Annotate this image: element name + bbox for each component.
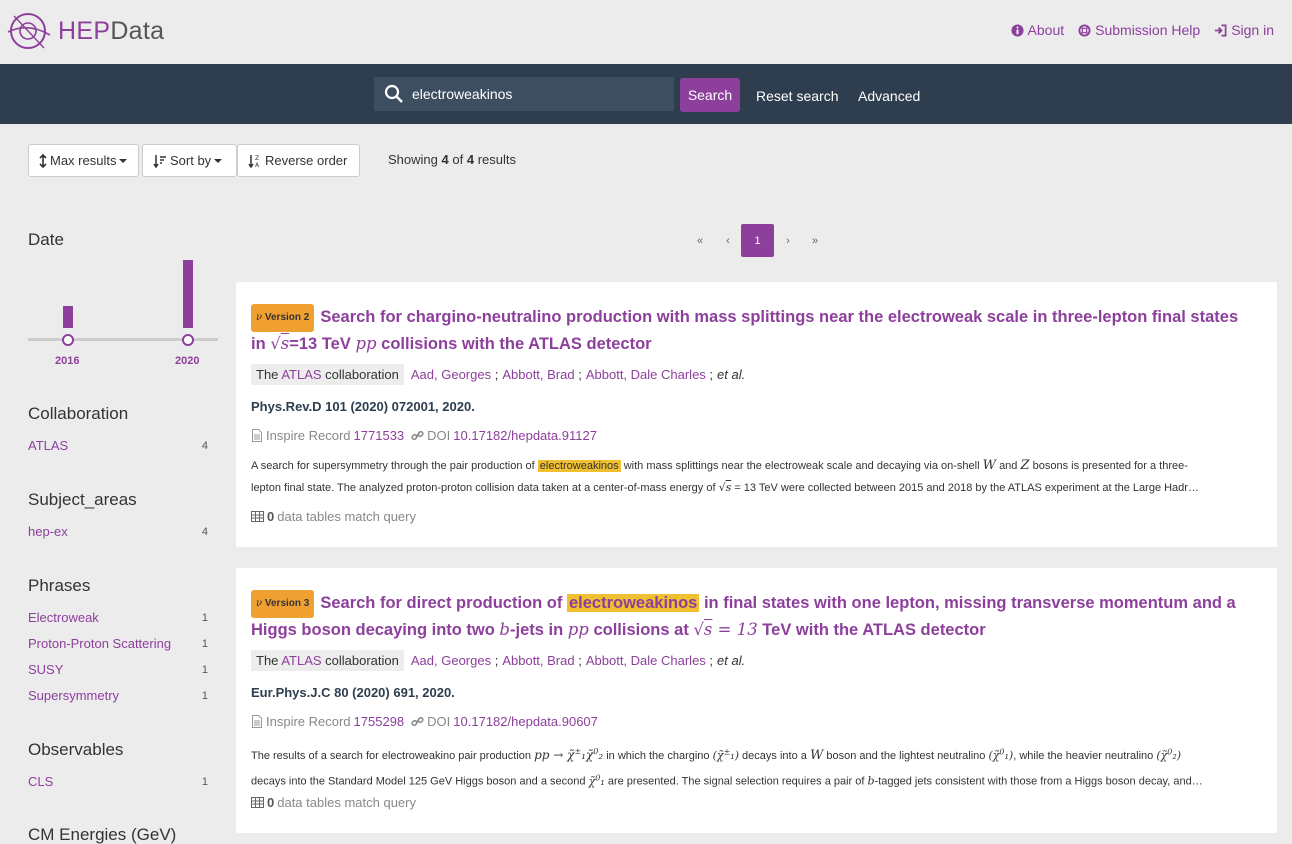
- advanced-search-button[interactable]: Advanced: [858, 88, 920, 104]
- facet-title-date: Date: [28, 230, 64, 249]
- facet-item-susy[interactable]: SUSY 1: [28, 662, 208, 677]
- author-link[interactable]: Abbott, Dale Charles: [586, 653, 706, 668]
- table-icon: [251, 511, 264, 522]
- inspire-link[interactable]: 1755298: [354, 714, 405, 729]
- version-badge: ν Version 3: [251, 590, 315, 618]
- file-icon: [252, 715, 262, 728]
- brand-data: Data: [110, 16, 165, 45]
- about-link[interactable]: About: [1010, 22, 1064, 38]
- author-link[interactable]: Aad, Georges: [411, 653, 491, 668]
- result-card: ν Version 3 Search for direct production …: [236, 568, 1277, 833]
- brand-hep: HEP: [58, 16, 111, 45]
- query-highlight: electroweakinos: [537, 460, 621, 472]
- hepdata-logo[interactable]: HEPData: [6, 10, 164, 52]
- record-links: Inspire Record 1771533 DOI 10.17182/hepd…: [251, 428, 597, 443]
- doi-link[interactable]: 10.17182/hepdata.91127: [453, 428, 597, 443]
- sign-in-link[interactable]: Sign in: [1214, 22, 1274, 38]
- result-abstract: A search for supersymmetry through the p…: [251, 458, 1199, 494]
- caret-down-icon: [119, 158, 128, 163]
- facet-title-subject-areas: Subject_areas: [28, 490, 137, 509]
- date-slider-handle-start[interactable]: [62, 334, 74, 346]
- facet-title-phrases: Phrases: [28, 576, 91, 595]
- table-icon: [251, 797, 264, 808]
- version-badge: ν Version 2: [251, 304, 315, 332]
- reverse-order-button[interactable]: ZA Reverse order: [237, 144, 360, 177]
- data-tables-match: 0 data tables match query: [251, 795, 416, 810]
- result-card: ν Version 2 Search for chargino-neutralin…: [236, 282, 1277, 547]
- top-header: HEPData About Submission Help Sign in: [0, 0, 1292, 64]
- pagination-next[interactable]: ›: [773, 224, 803, 257]
- facet-item-hep-ex[interactable]: hep-ex 4: [28, 524, 208, 539]
- hepdata-atom-icon: [7, 13, 51, 49]
- journal-reference: Eur.Phys.J.C 80 (2020) 691, 2020.: [251, 685, 455, 700]
- date-label-start: 2016: [55, 355, 80, 367]
- sort-alpha-icon: ZA: [248, 154, 260, 168]
- inspire-link[interactable]: 1771533: [354, 428, 405, 443]
- search-bar: Search Reset search Advanced: [0, 64, 1292, 124]
- result-abstract: The results of a search for electroweaki…: [251, 747, 1203, 788]
- pagination-last[interactable]: »: [800, 224, 830, 257]
- journal-reference: Phys.Rev.D 101 (2020) 072001, 2020.: [251, 399, 475, 414]
- authors-line: The ATLAS collaboration Aad, Georges ; A…: [251, 650, 745, 671]
- data-tables-match: 0 data tables match query: [251, 509, 416, 524]
- date-label-end: 2020: [175, 355, 200, 367]
- info-circle-icon: [1010, 23, 1024, 37]
- caret-down-icon: [214, 158, 223, 163]
- record-links: Inspire Record 1755298 DOI 10.17182/hepd…: [251, 714, 598, 729]
- max-results-dropdown[interactable]: Max results: [28, 144, 139, 177]
- search-button[interactable]: Search: [680, 78, 740, 112]
- facet-title-collaboration: Collaboration: [28, 404, 129, 423]
- search-icon: [384, 84, 403, 103]
- doi-link[interactable]: 10.17182/hepdata.90607: [453, 714, 598, 729]
- reset-search-button[interactable]: Reset search: [756, 88, 838, 104]
- submission-help-link[interactable]: Submission Help: [1078, 22, 1200, 38]
- search-box[interactable]: [374, 77, 674, 111]
- facet-title-cm-energies: CM Energies (GeV): [28, 825, 177, 844]
- sort-icon: [153, 154, 166, 168]
- sign-in-icon: [1215, 24, 1227, 36]
- collaboration-label: The ATLAS collaboration: [251, 650, 404, 671]
- author-link[interactable]: Abbott, Brad: [502, 653, 574, 668]
- facet-item-supersymmetry[interactable]: Supersymmetry 1: [28, 688, 208, 703]
- facet-item-proton-proton[interactable]: Proton-Proton Scattering 1: [28, 636, 208, 651]
- result-title[interactable]: ν Version 2 Search for chargino-neutralin…: [251, 304, 1261, 356]
- life-ring-icon: [1078, 23, 1091, 37]
- date-slider-handle-end[interactable]: [182, 334, 194, 346]
- link-icon: [411, 716, 424, 727]
- facet-item-atlas[interactable]: ATLAS 4: [28, 438, 208, 453]
- pagination-first[interactable]: «: [685, 224, 715, 257]
- sort-by-dropdown[interactable]: Sort by: [142, 144, 237, 177]
- svg-text:Z: Z: [255, 155, 259, 162]
- author-link[interactable]: Abbott, Dale Charles: [586, 367, 706, 382]
- collaboration-link[interactable]: ATLAS: [281, 653, 321, 668]
- result-title[interactable]: ν Version 3 Search for direct production …: [251, 590, 1261, 642]
- svg-text:A: A: [255, 162, 260, 168]
- collaboration-label: The ATLAS collaboration: [251, 364, 404, 385]
- link-icon: [411, 430, 424, 441]
- file-icon: [252, 429, 262, 442]
- facet-item-electroweak[interactable]: Electroweak 1: [28, 610, 208, 625]
- author-link[interactable]: Abbott, Brad: [502, 367, 574, 382]
- pagination-page-1[interactable]: 1: [741, 224, 774, 257]
- author-link[interactable]: Aad, Georges: [411, 367, 491, 382]
- search-input[interactable]: [412, 86, 662, 102]
- query-highlight: electroweakinos: [566, 594, 700, 612]
- facet-item-cls[interactable]: CLS 1: [28, 774, 208, 789]
- results-count: Showing 4 of 4 results: [388, 152, 516, 167]
- facet-title-observables: Observables: [28, 740, 124, 759]
- authors-line: The ATLAS collaboration Aad, Georges ; A…: [251, 364, 745, 385]
- vertical-arrows-icon: [39, 153, 47, 168]
- date-bar-2020[interactable]: [183, 260, 193, 328]
- pagination-prev[interactable]: ‹: [713, 224, 743, 257]
- date-bar-2016[interactable]: [63, 306, 73, 328]
- collaboration-link[interactable]: ATLAS: [281, 367, 321, 382]
